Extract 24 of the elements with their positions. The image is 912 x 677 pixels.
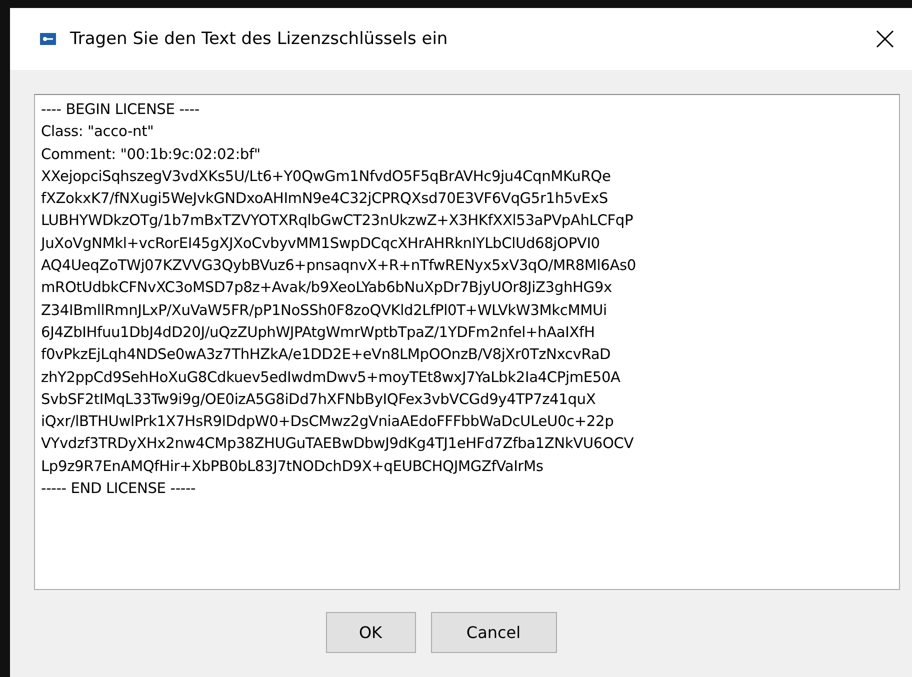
- license-text-line: Class: "acco-nt": [41, 122, 155, 142]
- license-text-line: Z34IBmllRmnJLxP/XuVaW5FR/pP1NoSSh0F8zoQVKld2LfPl0T+WLVkW3MkcMMUi: [41, 300, 608, 321]
- license-text-line: VYvdzf3TRDyXHx2nw4CMp38ZHUGuTAEBwDbwJ9dKg4TJ1eHFd7Zfba1ZNkVU6OCV: [41, 434, 635, 454]
- license-text-line: zhY2ppCd9SehHoXuG8Cdkuev5edIwdmDwv5+moyTEt8wxJ7YaLbk2Ia4CPjmE50A: [41, 368, 622, 388]
- license-text-line: JuXoVgNMkl+vcRorEI45gXJXoCvbyvMM1SwpDCqcXHrAHRknIYLbClUd68jOPVI0: [41, 234, 601, 254]
- close-icon: [876, 30, 894, 48]
- license-text-line: iQxr/lBTHUwlPrk1X7HsR9lDdpW0+DsCMwz2gVniaAEdoFFFbbWaDcULeU0c+22p: [41, 412, 615, 432]
- license-text-line: Lp9z9R7EnAMQfHir+XbPB0bL83J7tNODchD9X+qEUBCHQJMGZfVaIrMs: [41, 456, 544, 477]
- license-text-line: 6J4ZbIHfuu1DbJ4dD20J/uQzZUphWJPAtgWmrWptbTpaZ/1YDFm2nfel+hAaIXfH: [41, 322, 596, 343]
- license-text-line: ---- BEGIN LICENSE ----: [41, 100, 200, 120]
- license-text-line: AQ4UeqZoTWj07KZVVG3QybBVuz6+pnsaqnvX+R+nTfwRENyx5xV3qO/MR8Ml6As0: [41, 256, 638, 276]
- key-icon: [40, 33, 56, 45]
- license-text-line: XXejopciSqhszegV3vdXKs5U/Lt6+Y0QwGm1NfvdO5F5qBrAVHc9ju4CqnMKuRQe: [41, 166, 612, 187]
- license-text-line: mROtUdbkCFNvXC3oMSD7p8z+Avak/b9XeoLYab6bNuXpDr7BjyUOr8JiZ3ghHG9x: [41, 278, 613, 298]
- ok-button[interactable]: OK: [326, 612, 416, 653]
- license-text-field[interactable]: [34, 94, 900, 590]
- license-text-line: Comment: "00:1b:9c:02:02:bf": [41, 144, 262, 165]
- license-text-line: ----- END LICENSE -----: [41, 479, 197, 500]
- license-text-line: f0vPkzEjLqh4NDSe0wA3z7ThHZkA/e1DD2E+eVn8LMpOOnzB/V8jXr0TzNxcvRaD: [41, 345, 612, 366]
- license-text-line: SvbSF2tIMqL33Tw9i9g/OE0izA5G8iDd7hXFNbByIQFex3vbVCGd9y4TP7z41quX: [41, 390, 597, 410]
- license-text-line: LUBHYWDkzOTg/1b7mBxTZVYOTXRqlbGwCT23nUkzwZ+X3HKfXXl53aPVpAhLCFqP: [41, 211, 634, 232]
- window-title: Tragen Sie den Text des Lizenzschlüssels ein: [70, 29, 449, 49]
- cancel-button[interactable]: Cancel: [430, 612, 556, 653]
- license-text-line: fXZokxK7/fNXugi5WeJvkGNDxoAHImN9e4C32jCPRQXsd70E3VF6VqG5r1h5vExS: [41, 189, 609, 210]
